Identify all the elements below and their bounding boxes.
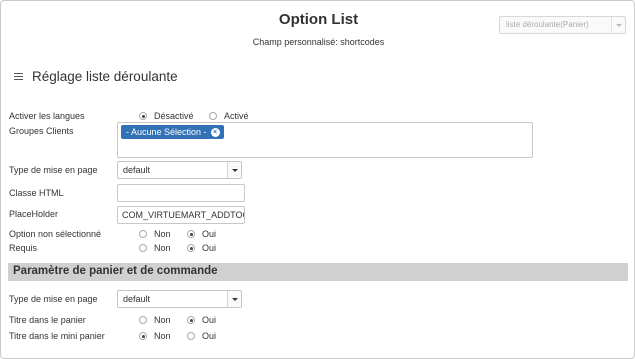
radio-label: Oui: [202, 229, 217, 239]
field-type-select[interactable]: liste déroulante(Panier): [499, 16, 626, 34]
chevron-down-icon: [227, 291, 241, 307]
cart-title-label: Titre dans le panier: [9, 315, 86, 325]
section-heading-label: Réglage liste déroulante: [32, 69, 178, 84]
languages-radio-enabled[interactable]: Activé: [209, 111, 249, 121]
option-unselected-radio-yes[interactable]: Oui: [187, 229, 216, 239]
radio-unchecked-icon[interactable]: [209, 112, 217, 120]
radio-label: Non: [154, 331, 171, 341]
radio-label: Non: [154, 229, 171, 239]
layout-type-select[interactable]: default: [117, 161, 242, 179]
option-unselected-radio-no[interactable]: Non: [139, 229, 171, 239]
mini-cart-title-radio-yes[interactable]: Oui: [187, 331, 216, 341]
cart-layout-type-label: Type de mise en page: [9, 294, 98, 304]
page-subtitle: Champ personnalisé: shortcodes: [252, 37, 385, 47]
radio-unchecked-icon[interactable]: [139, 230, 147, 238]
radio-label: Désactivé: [154, 111, 194, 121]
radio-unchecked-icon[interactable]: [139, 316, 147, 324]
layout-type-value: default: [123, 165, 151, 175]
option-unselected-label: Option non sélectionné: [9, 229, 102, 239]
radio-checked-icon[interactable]: [187, 230, 195, 238]
required-radio-no[interactable]: Non: [139, 243, 171, 253]
cart-title-radio-no[interactable]: Non: [139, 315, 171, 325]
cart-title-radio-yes[interactable]: Oui: [187, 315, 216, 325]
selected-tag: - Aucune Sélection - ×: [121, 125, 224, 139]
field-type-select-value: liste déroulante(Panier): [506, 20, 589, 29]
list-icon: [14, 72, 23, 81]
languages-label: Activer les langues: [9, 111, 85, 121]
radio-checked-icon[interactable]: [187, 316, 195, 324]
remove-tag-icon[interactable]: ×: [210, 127, 220, 137]
placeholder-input[interactable]: COM_VIRTUEMART_ADDTOC: [117, 206, 245, 224]
radio-label: Non: [154, 243, 171, 253]
radio-unchecked-icon[interactable]: [187, 332, 195, 340]
radio-label: Oui: [202, 243, 217, 253]
html-class-label: Classe HTML: [9, 188, 64, 198]
option-list-panel: Option List Champ personnalisé: shortcod…: [0, 0, 635, 359]
placeholder-label: PlaceHolder: [9, 209, 59, 219]
mini-cart-title-label: Titre dans le mini panier: [9, 331, 105, 341]
radio-checked-icon[interactable]: [187, 244, 195, 252]
radio-label: Activé: [224, 111, 249, 121]
radio-label: Oui: [202, 315, 217, 325]
required-radio-yes[interactable]: Oui: [187, 243, 216, 253]
mini-cart-title-radio-no[interactable]: Non: [139, 331, 171, 341]
cart-layout-type-value: default: [123, 294, 151, 304]
radio-label: Non: [154, 315, 171, 325]
radio-unchecked-icon[interactable]: [139, 244, 147, 252]
required-label: Requis: [9, 243, 38, 253]
cart-layout-type-select[interactable]: default: [117, 290, 242, 308]
chevron-down-icon: [611, 17, 625, 33]
chevron-down-icon: [227, 162, 241, 178]
customer-groups-multiselect[interactable]: - Aucune Sélection - ×: [117, 122, 533, 158]
section-heading: Réglage liste déroulante: [14, 69, 178, 84]
radio-label: Oui: [202, 331, 217, 341]
layout-type-label: Type de mise en page: [9, 165, 98, 175]
customer-groups-label: Groupes Clients: [9, 126, 74, 136]
radio-checked-icon[interactable]: [139, 112, 147, 120]
cart-settings-heading: Paramètre de panier et de commande: [8, 263, 628, 281]
html-class-input[interactable]: [117, 184, 245, 202]
selected-tag-label: - Aucune Sélection -: [126, 127, 207, 137]
languages-radio-disabled[interactable]: Désactivé: [139, 111, 194, 121]
radio-checked-icon[interactable]: [139, 332, 147, 340]
